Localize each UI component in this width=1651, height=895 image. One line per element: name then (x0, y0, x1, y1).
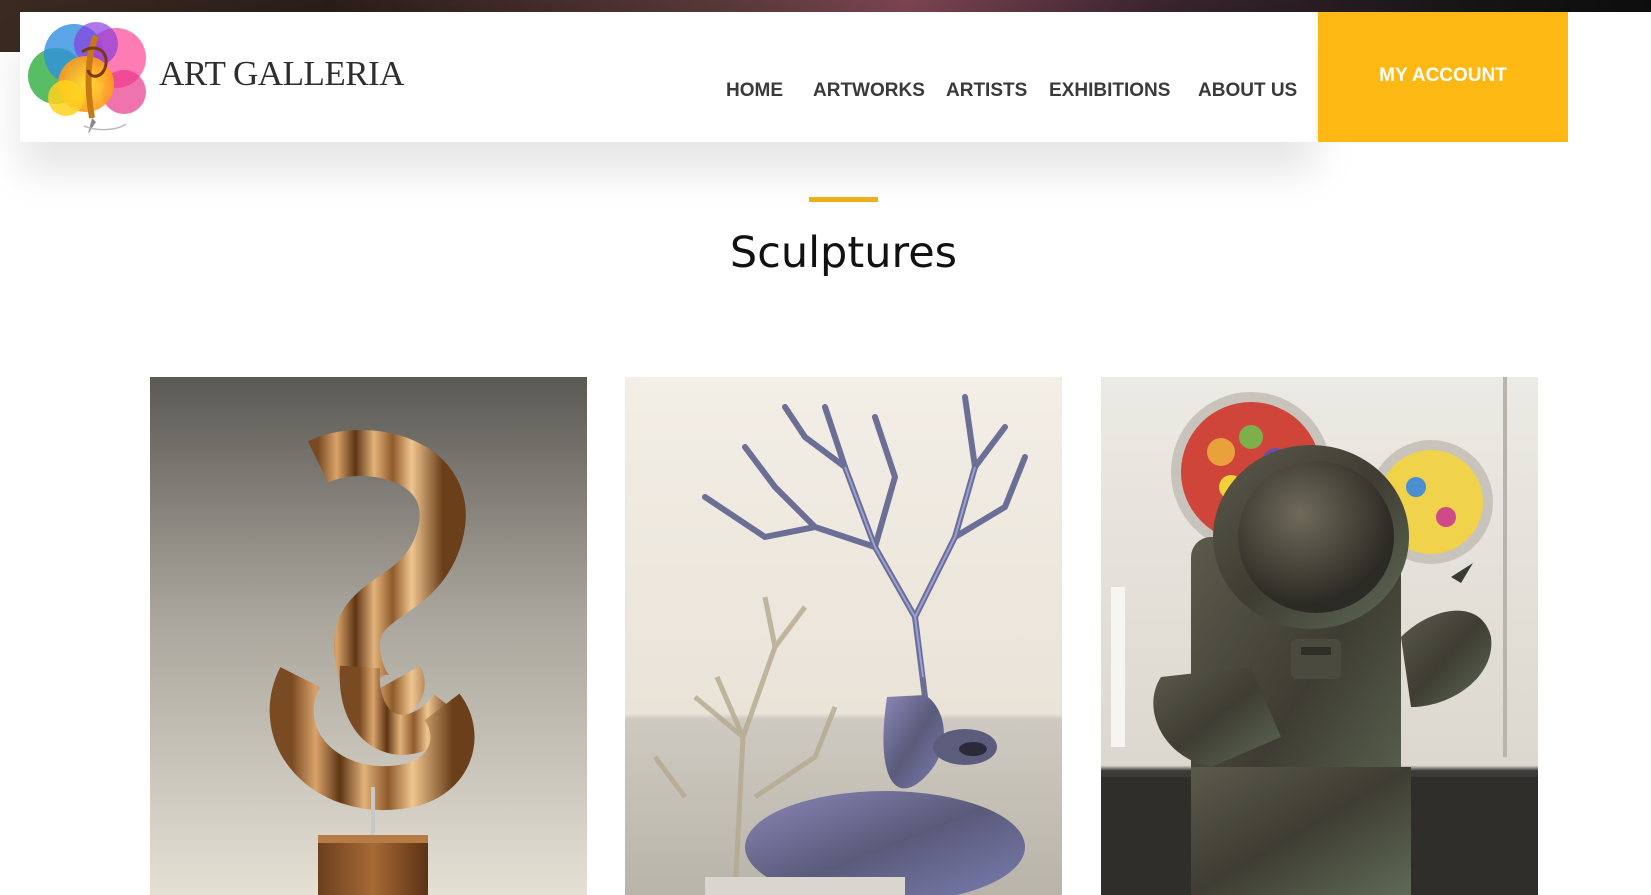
nav-exhibitions-link[interactable]: EXHIBITIONS (1049, 80, 1170, 102)
nav-artworks-link[interactable]: ARTWORKS (813, 80, 925, 102)
nav-about-us-link[interactable]: ABOUT US (1198, 80, 1297, 102)
gallery-item-wooden-ribbon[interactable] (150, 377, 587, 895)
section-title: Sculptures (729, 228, 958, 278)
hero-image-strip (0, 0, 1651, 12)
gallery-item-tree-creature[interactable] (625, 377, 1062, 895)
nav-artists-link[interactable]: ARTISTS (946, 80, 1027, 102)
my-account-button[interactable]: MY ACCOUNT (1318, 12, 1568, 142)
section-accent-bar (809, 197, 878, 202)
wooden-ribbon-sculpture-image (150, 377, 587, 895)
site-header: ART GALLERIA HOME ARTWORKS ARTISTS EXHIB… (20, 12, 1316, 142)
tree-creature-sculpture-image (625, 377, 1062, 895)
sculpture-gallery (150, 377, 1538, 895)
nav-home-link[interactable]: HOME (726, 80, 783, 102)
bronze-astronaut-sculpture-image (1101, 377, 1538, 895)
main-nav: HOME ARTWORKS ARTISTS EXHIBITIONS ABOUT … (20, 68, 1316, 101)
gallery-item-bronze-astronaut[interactable] (1101, 377, 1538, 895)
hero-image-edge (0, 12, 20, 52)
